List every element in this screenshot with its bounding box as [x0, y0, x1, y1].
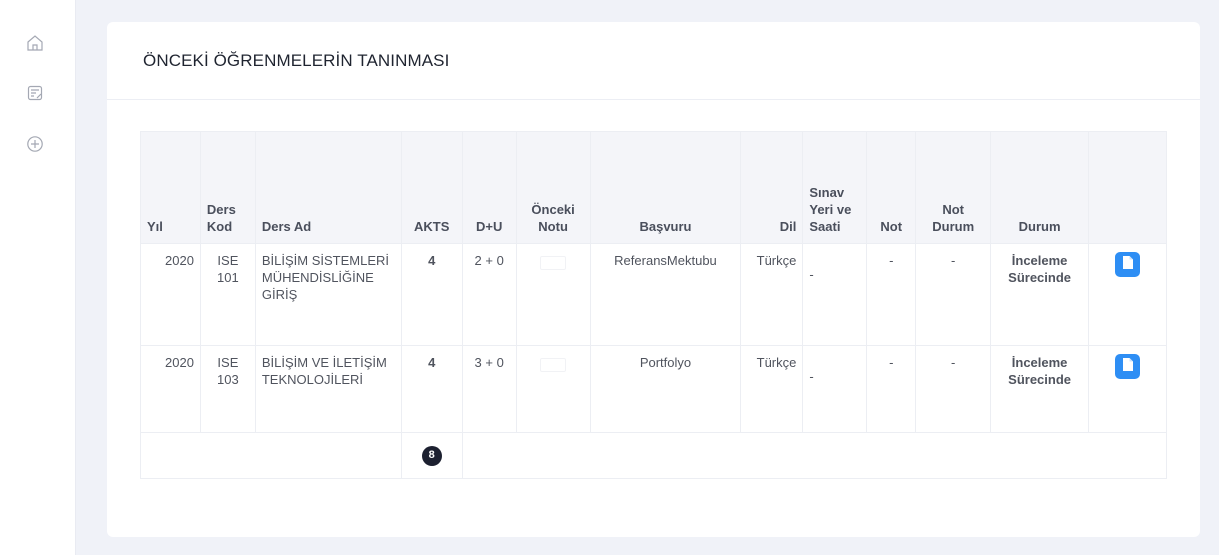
- cell-ders-kod: ISE 101: [199, 243, 256, 346]
- table-header-row: Yıl Ders Kod Ders Ad AKTS D+U Önceki Not…: [140, 131, 1167, 244]
- table-row: 2020 ISE 101 BİLİŞİM SİSTEMLERİ MÜHENDİS…: [140, 243, 1167, 346]
- courses-table: Yıl Ders Kod Ders Ad AKTS D+U Önceki Not…: [140, 131, 1168, 479]
- cell-ders-ad: BİLİŞİM SİSTEMLERİ MÜHENDİSLİĞİNE GİRİŞ: [254, 243, 402, 346]
- cell-dil: Türkçe: [740, 243, 804, 346]
- cell-sinav: -: [802, 345, 868, 433]
- total-rest: [461, 432, 1168, 479]
- header-du: D+U: [461, 131, 517, 244]
- status-badge: İnceleme Sürecinde: [990, 243, 1090, 346]
- header-dil: Dil: [740, 131, 804, 244]
- header-sinav: Sınav Yeri ve Saati: [802, 131, 868, 244]
- cell-ders-ad: BİLİŞİM VE İLETİŞİM TEKNOLOJİLERİ: [254, 345, 402, 433]
- card-header: ÖNCEKİ ÖĞRENMELERİN TANINMASI: [107, 22, 1200, 100]
- header-ders-ad: Ders Ad: [254, 131, 402, 244]
- cell-dil: Türkçe: [740, 345, 804, 433]
- cell-actions: [1088, 243, 1167, 346]
- cell-not-durum: -: [915, 345, 992, 433]
- document-icon: [1122, 357, 1134, 376]
- cell-actions: [1088, 345, 1167, 433]
- notes-icon[interactable]: [25, 83, 45, 103]
- cell-not: -: [866, 345, 917, 433]
- cell-ders-kod: ISE 103: [199, 345, 256, 433]
- document-button[interactable]: [1115, 354, 1141, 379]
- header-actions: [1088, 131, 1167, 244]
- total-akts-badge: 8: [421, 445, 442, 466]
- header-ders-kod: Ders Kod: [199, 131, 256, 244]
- cell-onceki-notu: [515, 345, 591, 433]
- total-akts-cell: 8: [400, 432, 463, 479]
- cell-not: -: [866, 243, 917, 346]
- cell-akts: 4: [400, 243, 463, 346]
- cell-du: 2 + 0: [461, 243, 517, 346]
- add-circle-icon[interactable]: [25, 134, 45, 154]
- cell-not-durum: -: [915, 243, 992, 346]
- sidebar: [0, 0, 76, 555]
- recognition-card: ÖNCEKİ ÖĞRENMELERİN TANINMASI Yıl Ders K…: [107, 22, 1200, 537]
- page-title: ÖNCEKİ ÖĞRENMELERİN TANINMASI: [143, 50, 450, 70]
- empty-grade-box: [540, 358, 567, 372]
- cell-akts: 4: [400, 345, 463, 433]
- empty-grade-box: [540, 256, 567, 270]
- header-yil: Yıl: [140, 131, 201, 244]
- cell-sinav: -: [802, 243, 868, 346]
- header-akts: AKTS: [400, 131, 463, 244]
- home-icon[interactable]: [25, 33, 45, 53]
- document-icon: [1122, 255, 1134, 274]
- header-durum: Durum: [990, 131, 1090, 244]
- cell-onceki-notu: [515, 243, 591, 346]
- table-row: 2020 ISE 103 BİLİŞİM VE İLETİŞİM TEKNOLO…: [140, 345, 1167, 433]
- cell-yil: 2020: [140, 345, 201, 433]
- header-onceki-notu: Önceki Notu: [515, 131, 591, 244]
- total-spacer: [140, 432, 402, 479]
- status-badge: İnceleme Sürecinde: [990, 345, 1090, 433]
- table-total-row: 8: [140, 432, 1168, 479]
- document-button[interactable]: [1115, 252, 1141, 277]
- cell-basvuru: ReferansMektubu: [589, 243, 742, 346]
- header-not-durum: Not Durum: [915, 131, 992, 244]
- header-not: Not: [866, 131, 917, 244]
- cell-du: 3 + 0: [461, 345, 517, 433]
- header-basvuru: Başvuru: [589, 131, 742, 244]
- cell-basvuru: Portfolyo: [589, 345, 742, 433]
- cell-yil: 2020: [140, 243, 201, 346]
